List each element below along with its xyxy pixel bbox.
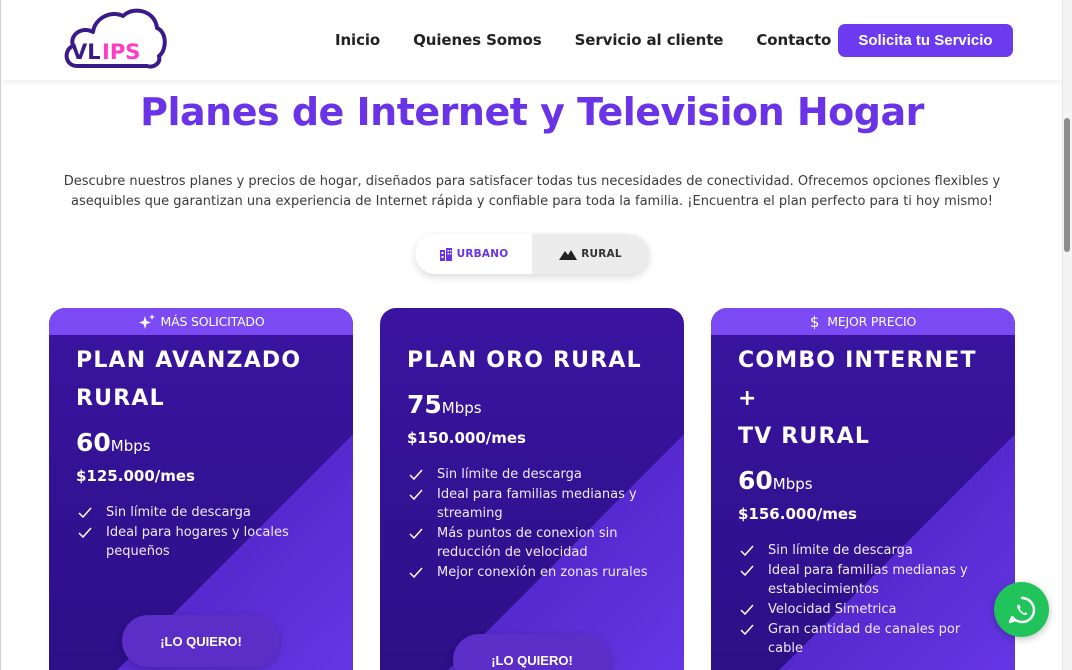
list-item: Mejor conexión en zonas rurales	[407, 563, 664, 582]
check-icon	[78, 507, 92, 518]
check-icon	[409, 567, 423, 578]
check-icon	[409, 489, 423, 500]
list-item: Sin límite de descarga	[407, 465, 664, 484]
zone-toggle: URBANO RURAL	[415, 234, 649, 274]
plan-title: COMBO INTERNET + TV RURAL	[738, 348, 977, 449]
lo-quiero-button[interactable]: ¡LO QUIERO!	[122, 615, 280, 667]
plan-title: PLAN ORO RURAL	[407, 348, 642, 373]
whatsapp-button[interactable]	[994, 582, 1049, 637]
check-icon	[740, 545, 754, 556]
list-item: Más puntos de conexion sin reducción de …	[407, 524, 664, 562]
description-line-1: Descubre nuestros planes y precios de ho…	[63, 174, 1001, 189]
check-icon	[78, 527, 92, 538]
plan-price: $150.000/mes	[407, 429, 526, 447]
list-item: Ideal para hogares y locales pequeños	[76, 523, 333, 561]
tab-rural-label: RURAL	[581, 248, 622, 260]
plan-speed: 60Mbps	[738, 466, 813, 495]
page: VL IPS Inicio Quienes Somos Servicio al …	[0, 0, 1062, 670]
list-item: Gran cantidad de canales por cable	[738, 620, 995, 658]
plan-badge-label: MEJOR PRECIO	[827, 314, 917, 329]
list-item: Velocidad Simetrica	[738, 600, 995, 619]
tab-rural[interactable]: RURAL	[532, 234, 649, 274]
plan-card: $ MEJOR PRECIO COMBO INTERNET + TV RURAL…	[711, 308, 1015, 670]
mountain-icon	[559, 250, 578, 260]
plan-speed: 75Mbps	[407, 390, 482, 419]
plan-card: PLAN ORO RURAL 75Mbps $150.000/mes Sin l…	[380, 308, 684, 670]
check-icon	[740, 565, 754, 576]
site-header: VL IPS Inicio Quienes Somos Servicio al …	[1, 0, 1062, 80]
page-description: Descubre nuestros planes y precios de ho…	[41, 172, 1023, 212]
list-item: Sin límite de descarga	[738, 541, 995, 560]
check-icon	[740, 604, 754, 615]
plan-speed: 60Mbps	[76, 428, 151, 457]
tab-urbano[interactable]: URBANO	[415, 234, 532, 274]
nav-link-contacto[interactable]: Contacto	[756, 31, 831, 49]
svg-text:IPS: IPS	[102, 40, 140, 64]
check-icon	[409, 469, 423, 480]
list-item: Sin límite de descarga	[76, 503, 333, 522]
sparkle-icon	[138, 313, 155, 329]
main-nav: Inicio Quienes Somos Servicio al cliente…	[335, 24, 864, 56]
tab-urbano-label: URBANO	[456, 248, 509, 260]
lo-quiero-button[interactable]: ¡LO QUIERO!	[453, 634, 611, 670]
scrollbar-thumb[interactable]	[1064, 118, 1070, 252]
list-item: Ideal para familias medianas y estableci…	[738, 561, 995, 599]
plan-badge: MÁS SOLICITADO	[49, 308, 353, 335]
check-icon	[409, 528, 423, 539]
plan-badge: $ MEJOR PRECIO	[711, 308, 1015, 335]
list-item: Ideal para familias medianas y streaming	[407, 485, 664, 523]
nav-link-inicio[interactable]: Inicio	[335, 31, 380, 49]
solicita-servicio-button[interactable]: Solicita tu Servicio	[838, 24, 1013, 57]
description-line-2: asequibles que garantizan una experienci…	[71, 194, 993, 209]
plan-features: Sin límite de descarga Ideal para famili…	[738, 541, 995, 658]
svg-text:VL: VL	[71, 40, 101, 64]
plan-badge-label: MÁS SOLICITADO	[160, 314, 265, 329]
nav-link-servicio-al-cliente[interactable]: Servicio al cliente	[575, 31, 724, 49]
plan-card: MÁS SOLICITADO PLAN AVANZADO RURAL 60Mbp…	[49, 308, 353, 670]
whatsapp-icon	[1008, 596, 1035, 623]
plan-price: $125.000/mes	[76, 467, 195, 485]
vlips-logo[interactable]: VL IPS	[63, 4, 167, 72]
check-icon	[740, 624, 754, 635]
plan-price: $156.000/mes	[738, 505, 857, 523]
building-icon	[439, 248, 452, 261]
plan-features: Sin límite de descarga Ideal para famili…	[407, 465, 664, 582]
page-title: Planes de Internet y Television Hogar	[140, 90, 924, 134]
plan-features: Sin límite de descarga Ideal para hogare…	[76, 503, 333, 561]
scrollbar-track[interactable]	[1062, 0, 1072, 670]
plan-title: PLAN AVANZADO RURAL	[76, 348, 302, 411]
dollar-icon: $	[809, 312, 820, 331]
nav-link-quienes-somos[interactable]: Quienes Somos	[413, 31, 542, 49]
